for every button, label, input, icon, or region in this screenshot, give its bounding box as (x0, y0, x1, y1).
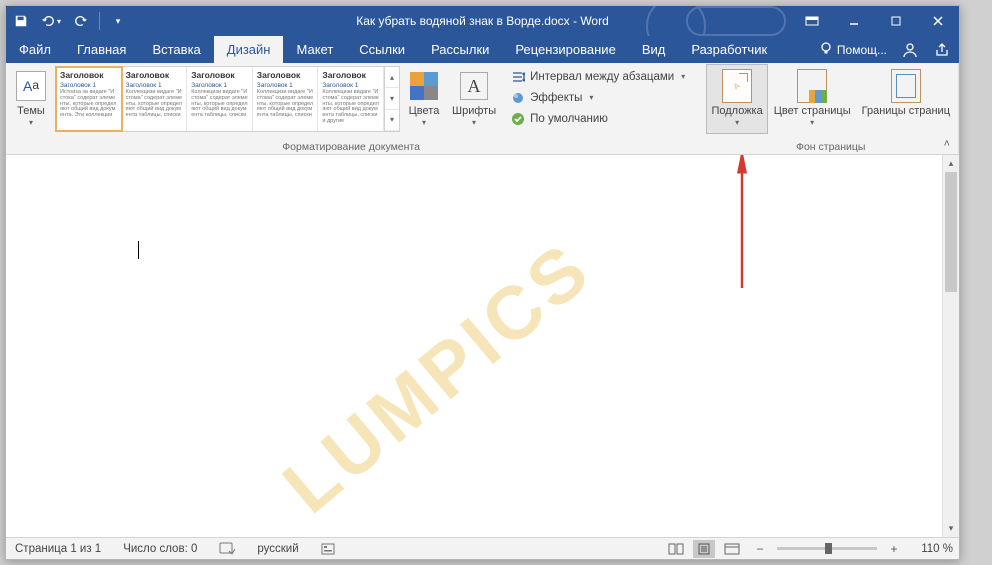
scroll-down-button[interactable]: ▾ (943, 520, 959, 537)
themes-button[interactable]: Aa Темы ▾ (10, 65, 52, 133)
ribbon: Aa Темы ▾ Заголовок Заголовок 1 Истоиза … (6, 63, 959, 155)
watermark-icon: A (722, 69, 752, 103)
zoom-level[interactable]: 110 % (911, 543, 953, 555)
check-icon (510, 111, 525, 126)
effects-icon (510, 90, 525, 105)
paragraph-spacing-icon (510, 69, 525, 84)
tab-view[interactable]: Вид (629, 36, 679, 63)
read-mode-button[interactable] (665, 540, 687, 558)
language-button[interactable]: русский (254, 543, 301, 555)
word-window: ▾ ▾ Как убрать водяной знак в Ворде.docx… (5, 5, 960, 560)
style-preset[interactable]: Заголовок Заголовок 1 Коллекцизи видаге … (187, 67, 253, 131)
tab-file[interactable]: Файл (6, 36, 64, 63)
save-button[interactable] (6, 6, 36, 36)
close-button[interactable] (917, 6, 959, 36)
document-area: LUMPICS ▴ ▾ (6, 155, 959, 537)
colors-icon (410, 72, 438, 100)
style-preset[interactable]: Заголовок Заголовок 1 Истоиза за видаге … (56, 67, 122, 131)
macro-button[interactable] (318, 542, 338, 556)
tab-insert[interactable]: Вставка (139, 36, 213, 63)
tab-mailings[interactable]: Рассылки (418, 36, 502, 63)
word-count[interactable]: Число слов: 0 (120, 543, 200, 555)
lightbulb-icon (819, 41, 833, 58)
spellcheck-button[interactable] (216, 542, 238, 556)
scroll-up-button[interactable]: ▴ (943, 155, 959, 172)
page-color-icon (797, 69, 827, 103)
tab-developer[interactable]: Разработчик (678, 36, 780, 63)
text-cursor (138, 241, 139, 259)
maximize-button[interactable] (875, 6, 917, 36)
colors-button[interactable]: Цвета ▾ (403, 65, 445, 133)
title-bar: ▾ ▾ Как убрать водяной знак в Ворде.docx… (6, 6, 959, 36)
zoom-slider[interactable] (777, 547, 877, 550)
style-preset[interactable]: Заголовок Заголовок 1 Коллекцизи видаге … (122, 67, 188, 131)
tab-review[interactable]: Рецензирование (502, 36, 628, 63)
account-button[interactable] (901, 41, 919, 59)
zoom-out-button[interactable]: − (749, 540, 771, 558)
watermark-button[interactable]: A Подложка ▾ (707, 65, 766, 133)
style-preset[interactable]: Заголовок Заголовок 1 Коллекцизи видаге … (318, 67, 384, 131)
annotation-arrow (727, 155, 757, 298)
set-default-button[interactable]: По умолчанию (506, 108, 689, 129)
watermark-text: LUMPICS (266, 224, 607, 529)
redo-button[interactable] (66, 6, 96, 36)
style-gallery[interactable]: Заголовок Заголовок 1 Истоиза за видаге … (55, 66, 400, 132)
tell-me-search[interactable]: Помощ... (819, 41, 887, 58)
scroll-thumb[interactable] (945, 172, 957, 292)
share-button[interactable] (933, 41, 951, 59)
group-label-page-bg: Фон страницы (707, 139, 954, 154)
effects-button[interactable]: Эффекты▾ (506, 87, 689, 108)
document-page[interactable]: LUMPICS (6, 155, 942, 537)
vertical-scrollbar[interactable]: ▴ ▾ (942, 155, 959, 537)
tab-home[interactable]: Главная (64, 36, 139, 63)
page-color-button[interactable]: Цвет страницы ▾ (770, 65, 855, 133)
themes-icon: Aa (16, 71, 46, 101)
paragraph-spacing-button[interactable]: Интервал между абзацами▾ (506, 66, 689, 87)
macro-icon (321, 542, 335, 556)
print-layout-button[interactable] (693, 540, 715, 558)
zoom-in-button[interactable]: + (883, 540, 905, 558)
quick-access-toolbar: ▾ ▾ (6, 6, 133, 36)
window-title: Как убрать водяной знак в Ворде.docx - W… (356, 14, 609, 28)
ribbon-tabs: Файл Главная Вставка Дизайн Макет Ссылки… (6, 36, 959, 63)
web-layout-button[interactable] (721, 540, 743, 558)
tab-design[interactable]: Дизайн (214, 36, 284, 63)
customize-qat-button[interactable]: ▾ (103, 6, 133, 36)
style-preset[interactable]: Заголовок Заголовок 1 Коллекцизи видаге … (253, 67, 319, 131)
fonts-icon: A (460, 72, 488, 100)
page-count[interactable]: Страница 1 из 1 (12, 543, 104, 555)
gallery-scroll[interactable]: ▴▾▾ (384, 67, 399, 131)
page-borders-icon (891, 69, 921, 103)
group-label-formatting: Форматирование документа (10, 139, 692, 154)
page-borders-button[interactable]: Границы страниц (858, 65, 954, 133)
status-bar: Страница 1 из 1 Число слов: 0 русский − … (6, 537, 959, 559)
tab-layout[interactable]: Макет (283, 36, 346, 63)
collapse-ribbon-button[interactable]: ˄ (939, 136, 955, 152)
spellcheck-icon (219, 542, 235, 556)
undo-button[interactable]: ▾ (36, 6, 66, 36)
fonts-button[interactable]: A Шрифты ▾ (448, 65, 500, 133)
tab-references[interactable]: Ссылки (346, 36, 418, 63)
